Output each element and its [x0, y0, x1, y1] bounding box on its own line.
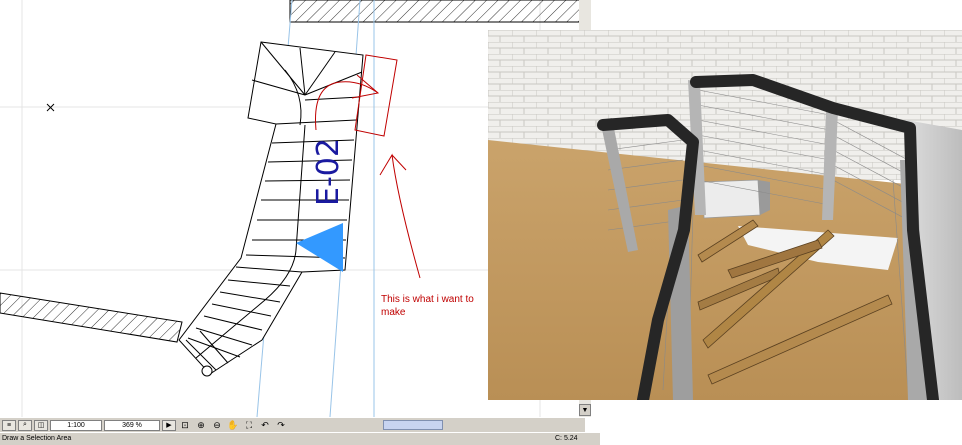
zoom-value: 369 % — [122, 421, 142, 429]
stair-id-label: E-02 — [311, 138, 346, 206]
annotation-note-line-2: make — [381, 307, 406, 318]
next-zoom-button[interactable]: ↷ — [274, 420, 288, 431]
magnifier-icon: ⌕ — [23, 421, 27, 428]
horizontal-scroll-thumb[interactable] — [383, 420, 443, 430]
zoom-in-icon: ⊕ — [197, 419, 205, 430]
navigator-icon: ◫ — [37, 422, 45, 429]
fit-window-button[interactable]: ⛶ — [242, 420, 256, 431]
annotation-note: This is what i want to make — [381, 293, 501, 319]
fit-window-icon: ⛶ — [245, 419, 253, 430]
scale-field[interactable]: 1:100 — [50, 419, 102, 431]
annotation-note-line-1: This is what i want to — [381, 294, 474, 305]
chevron-down-icon: ▼ — [581, 406, 589, 414]
layers-icon: ≡ — [6, 421, 12, 429]
zoom-area-button[interactable]: ⊡ — [178, 420, 192, 431]
previous-zoom-button[interactable]: ↶ — [258, 420, 272, 431]
next-zoom-icon: ↷ — [277, 419, 285, 430]
layer-settings-button[interactable]: ≡ — [2, 419, 16, 431]
scroll-down-button[interactable]: ▼ — [579, 404, 591, 416]
stair-start-marker — [201, 365, 213, 377]
zoom-out-icon: ⊖ — [213, 419, 221, 430]
zoom-menu-button[interactable]: ▶ — [162, 419, 176, 431]
pan-button[interactable]: ✋ — [226, 420, 240, 431]
navigator-button[interactable]: ◫ — [34, 419, 48, 431]
wall-top — [289, 0, 581, 23]
zoom-field[interactable]: 369 % — [104, 419, 160, 431]
landing-block — [702, 179, 761, 219]
zoom-out-button[interactable]: ⊖ — [210, 420, 224, 431]
view-button[interactable]: ⌕ — [18, 419, 32, 431]
triangle-right-icon: ▶ — [166, 422, 172, 429]
stair-3d-render — [488, 30, 962, 400]
landing-block-side — [758, 180, 770, 215]
scale-value: 1:100 — [67, 421, 85, 429]
previous-zoom-icon: ↶ — [261, 419, 269, 430]
status-message: Draw a Selection Area — [2, 435, 72, 442]
zoom-in-button[interactable]: ⊕ — [194, 420, 208, 431]
status-bar: Draw a Selection Area C: 5.24 — [0, 433, 600, 445]
hand-icon: ✋ — [227, 419, 239, 430]
zoom-area-icon: ⊡ — [181, 419, 189, 430]
coordinate-readout: C: 5.24 — [555, 435, 578, 442]
horizontal-scrollbar[interactable] — [377, 420, 572, 430]
